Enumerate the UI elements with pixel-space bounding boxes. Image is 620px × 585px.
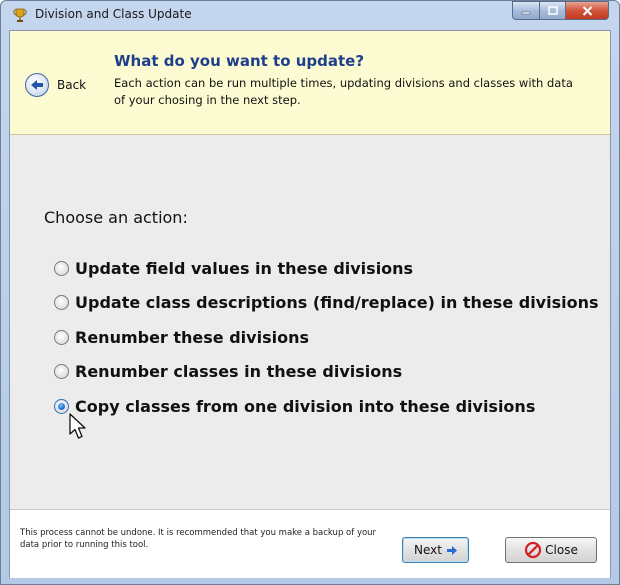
option-renumber-classes[interactable]: Renumber classes in these divisions bbox=[54, 355, 599, 390]
minimize-icon bbox=[521, 11, 531, 14]
window-title: Division and Class Update bbox=[35, 7, 192, 21]
page-title: What do you want to update? bbox=[114, 52, 365, 70]
mouse-cursor-icon bbox=[68, 413, 88, 441]
option-label: Renumber classes in these divisions bbox=[75, 362, 403, 382]
radio-button-selected[interactable] bbox=[54, 398, 69, 414]
choose-action-label: Choose an action: bbox=[44, 208, 188, 227]
close-label: Close bbox=[545, 543, 578, 557]
back-button[interactable]: Back bbox=[25, 73, 86, 97]
radio-dot bbox=[58, 402, 65, 410]
option-label: Renumber these divisions bbox=[75, 327, 309, 347]
caption-buttons bbox=[512, 1, 609, 21]
radio-button[interactable] bbox=[54, 260, 69, 276]
page-description: Each action can be run multiple times, u… bbox=[114, 76, 573, 107]
option-label: Update class descriptions (find/replace)… bbox=[75, 293, 599, 313]
close-button[interactable]: Close bbox=[505, 537, 597, 563]
no-entry-icon bbox=[525, 541, 542, 559]
next-label: Next bbox=[414, 543, 442, 557]
maximize-button[interactable] bbox=[539, 1, 565, 20]
option-update-class-descriptions[interactable]: Update class descriptions (find/replace)… bbox=[54, 286, 599, 321]
wizard-header: Back What do you want to update? Each ac… bbox=[10, 31, 610, 135]
radio-button[interactable] bbox=[54, 364, 69, 380]
wizard-footer: This process cannot be undone. It is rec… bbox=[10, 509, 610, 578]
close-icon bbox=[582, 5, 592, 16]
option-label: Update field values in these divisions bbox=[75, 258, 414, 278]
app-window: Division and Class Update Back What do y… bbox=[0, 0, 620, 585]
back-arrow-icon bbox=[25, 73, 49, 97]
window-close-button[interactable] bbox=[565, 1, 609, 20]
right-arrow-icon bbox=[446, 545, 457, 555]
title-bar[interactable]: Division and Class Update bbox=[1, 1, 619, 29]
maximize-icon bbox=[547, 6, 558, 15]
trophy-icon bbox=[12, 7, 28, 23]
radio-button[interactable] bbox=[54, 329, 69, 345]
back-label: Back bbox=[57, 78, 87, 92]
next-button[interactable]: Next bbox=[402, 537, 469, 563]
warning-note: This process cannot be undone. It is rec… bbox=[20, 528, 377, 550]
option-renumber-divisions[interactable]: Renumber these divisions bbox=[54, 320, 599, 355]
option-update-field-values[interactable]: Update field values in these divisions bbox=[54, 251, 599, 286]
option-copy-classes[interactable]: Copy classes from one division into thes… bbox=[54, 389, 599, 424]
minimize-button[interactable] bbox=[512, 1, 539, 20]
option-label: Copy classes from one division into thes… bbox=[75, 396, 536, 416]
radio-button[interactable] bbox=[54, 295, 69, 311]
dialog-body: Back What do you want to update? Each ac… bbox=[9, 30, 611, 578]
action-options: Update field values in these divisions U… bbox=[54, 251, 599, 424]
